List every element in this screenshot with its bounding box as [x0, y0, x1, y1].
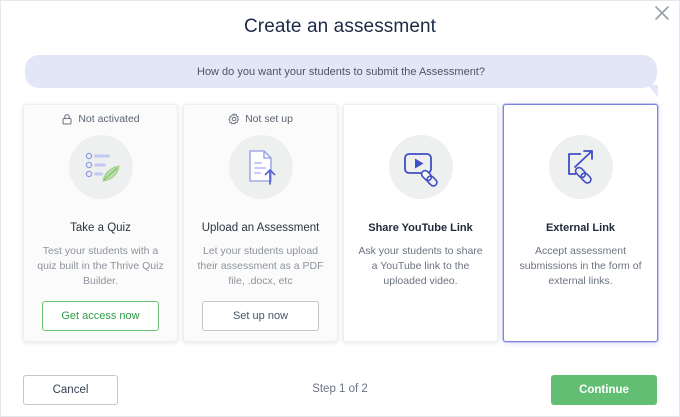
create-assessment-modal: Create an assessment How do you want you…: [0, 0, 680, 417]
continue-button[interactable]: Continue: [551, 375, 657, 405]
status-badge: Not set up: [184, 113, 337, 125]
card-description: Test your students with a quiz built in …: [37, 245, 164, 287]
status-badge: Not activated: [24, 113, 177, 125]
status-text: Not activated: [78, 113, 140, 125]
lock-icon: [62, 114, 72, 125]
card-title: Take a Quiz: [70, 222, 131, 234]
upload-illustration: [228, 135, 293, 199]
card-description: Accept assessment submissions in the for…: [519, 245, 642, 287]
external-link-illustration: [548, 135, 613, 199]
card-title: Upload an Assessment: [201, 222, 320, 234]
upload-document-icon: [248, 150, 275, 185]
option-card-youtube-link[interactable]: Share YouTube Link Ask your students to …: [343, 104, 498, 342]
option-card-external-link[interactable]: External Link Accept assessment submissi…: [503, 104, 658, 342]
card-description: Let your students upload their assessmen…: [197, 245, 324, 287]
option-card-take-quiz[interactable]: Not activated Take a Quiz Test your stud…: [23, 104, 178, 342]
quiz-illustration: [68, 135, 133, 199]
quiz-list-icon: [85, 152, 119, 182]
status-text: Not set up: [245, 113, 293, 125]
youtube-link-icon: [403, 153, 438, 187]
question-bubble: How do you want your students to submit …: [25, 55, 658, 97]
submission-options: Not activated Take a Quiz Test your stud…: [23, 104, 659, 342]
gear-icon: [228, 113, 240, 125]
card-title: External Link: [545, 222, 616, 234]
option-card-upload-assessment[interactable]: Not set up Upload an Assessment Let your…: [183, 104, 338, 342]
set-up-button[interactable]: Set up now: [202, 301, 319, 331]
modal-title: Create an assessment: [243, 16, 437, 37]
card-title: Share YouTube Link: [368, 222, 473, 234]
get-access-button[interactable]: Get access now: [42, 301, 159, 331]
question-text: How do you want your students to submit …: [197, 65, 485, 78]
external-link-icon: [567, 150, 593, 184]
card-description: Ask your students to share a YouTube lin…: [358, 245, 483, 287]
youtube-illustration: [388, 135, 453, 199]
